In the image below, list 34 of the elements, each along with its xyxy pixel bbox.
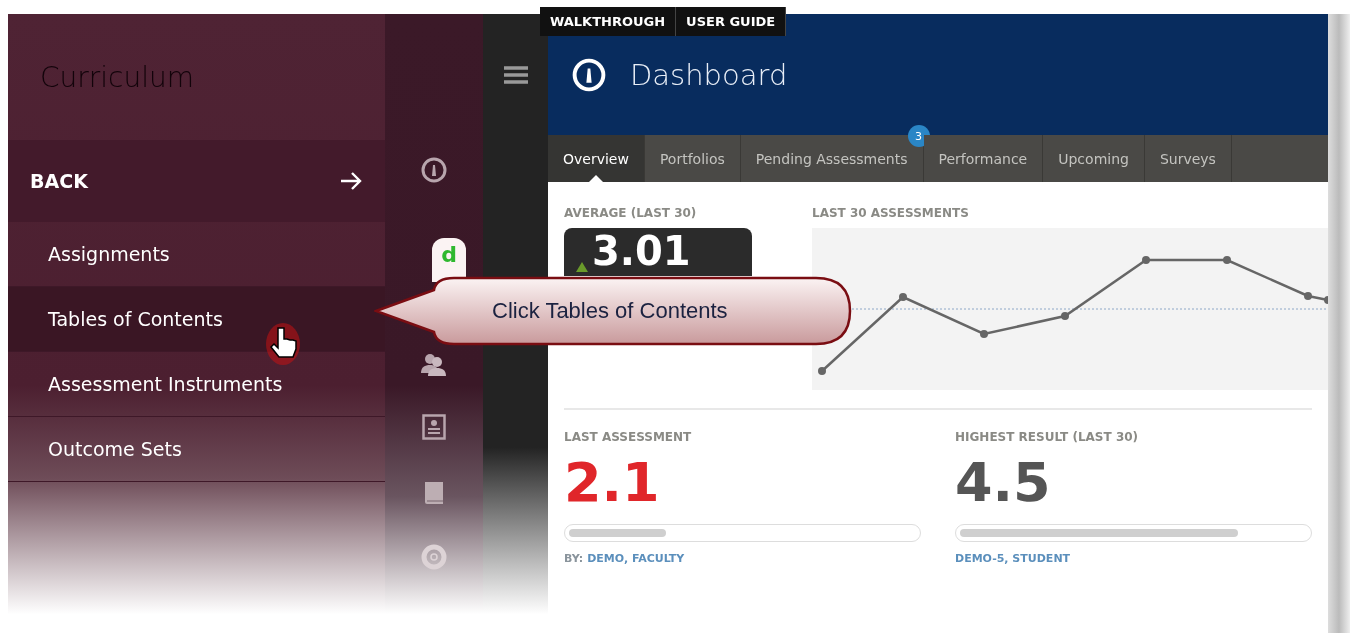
back-button[interactable]: BACK xyxy=(8,140,385,222)
average-value: 3.01 xyxy=(592,228,691,274)
gauge-icon xyxy=(572,57,606,92)
tab[interactable]: Overview xyxy=(548,135,645,182)
by-label: BY: xyxy=(564,552,584,565)
menu-item[interactable]: Tables of Contents xyxy=(8,287,385,352)
data-point xyxy=(818,367,826,375)
data-point xyxy=(980,330,988,338)
hand-cursor-icon xyxy=(266,322,300,366)
gauge-icon[interactable] xyxy=(421,157,447,183)
contact-card-icon[interactable] xyxy=(422,414,446,440)
page-title: Dashboard xyxy=(630,57,788,92)
data-point xyxy=(899,293,907,301)
score-value: 2.1 xyxy=(564,452,661,514)
data-point xyxy=(1223,256,1231,264)
top-link[interactable]: WALKTHROUGH xyxy=(540,7,677,36)
book-icon[interactable] xyxy=(422,479,446,507)
score-value: 4.5 xyxy=(955,452,1052,514)
arrow-right-icon xyxy=(339,171,363,191)
top-link[interactable]: USER GUIDE xyxy=(676,7,787,36)
section-label: LAST ASSESSMENT xyxy=(564,430,693,444)
users-icon[interactable] xyxy=(420,351,448,377)
data-point xyxy=(1142,256,1150,264)
menu-title: Curriculum xyxy=(40,60,195,94)
section-label: HIGHEST RESULT (LAST 30) xyxy=(955,430,1140,444)
data-point xyxy=(1304,292,1312,300)
chart-title: LAST 30 ASSESSMENTS xyxy=(812,206,970,220)
tab[interactable]: Performance xyxy=(923,135,1044,182)
menu-icon[interactable] xyxy=(503,66,528,84)
up-triangle-icon xyxy=(576,262,588,272)
section-label: AVERAGE (LAST 30) xyxy=(564,206,698,220)
callout-tooltip: Click Tables of Contents xyxy=(374,276,852,346)
data-point xyxy=(1061,312,1069,320)
data-point xyxy=(1324,296,1328,304)
